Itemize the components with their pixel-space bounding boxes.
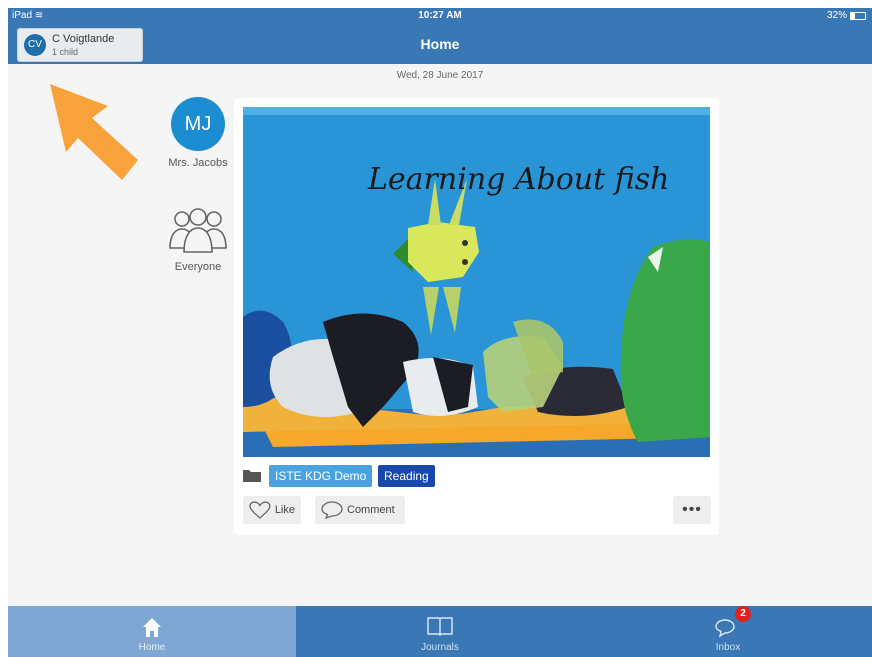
audience-label: Everyone bbox=[174, 261, 222, 273]
more-options-button[interactable]: ••• bbox=[673, 496, 711, 524]
like-button[interactable]: Like bbox=[243, 496, 301, 524]
page-title: Home bbox=[420, 36, 460, 52]
inbox-badge: 2 bbox=[735, 606, 751, 622]
post-photo[interactable]: Learning About fish bbox=[243, 107, 710, 457]
people-group-icon bbox=[169, 208, 227, 253]
tab-home[interactable]: Home bbox=[8, 606, 296, 657]
clock: 10:27 AM bbox=[418, 10, 462, 21]
status-bar: iPad ≋ 10:27 AM 32% bbox=[8, 8, 872, 24]
comment-label: Comment bbox=[347, 504, 395, 516]
photo-caption: Learning About fish bbox=[367, 162, 669, 197]
speech-bubble-icon bbox=[321, 501, 343, 519]
tab-inbox-label: Inbox bbox=[715, 642, 741, 653]
tab-home-label: Home bbox=[138, 642, 166, 653]
like-label: Like bbox=[274, 504, 295, 516]
nav-bar: CV C Voigtlande 1 child Home bbox=[8, 24, 872, 64]
author-avatar[interactable]: MJ bbox=[171, 97, 225, 151]
tab-journals-label: Journals bbox=[421, 642, 459, 653]
author-name: Mrs. Jacobs bbox=[168, 157, 228, 169]
battery-status: 32% bbox=[827, 10, 866, 21]
annotation-arrow-icon bbox=[50, 84, 138, 180]
home-icon bbox=[143, 618, 161, 637]
heart-icon bbox=[249, 501, 271, 519]
battery-percent: 32% bbox=[826, 10, 847, 21]
tag-reading[interactable]: Reading bbox=[378, 465, 435, 487]
tab-bar: Home Journals 2 Inbox bbox=[8, 606, 872, 657]
tab-journals[interactable]: Journals bbox=[296, 606, 584, 657]
tab-inbox[interactable]: 2 Inbox bbox=[584, 606, 872, 657]
folder-icon bbox=[243, 470, 261, 482]
battery-icon bbox=[850, 11, 866, 20]
app-screen: iPad ≋ 10:27 AM 32% CV C Voigtlande 1 ch… bbox=[8, 8, 872, 657]
comment-button[interactable]: Comment bbox=[315, 496, 405, 524]
post-card: Learning About fish ISTE KDG Demo Readin… bbox=[234, 98, 719, 535]
book-icon bbox=[427, 617, 453, 636]
tag-iste-kdg-demo[interactable]: ISTE KDG Demo bbox=[269, 465, 373, 487]
